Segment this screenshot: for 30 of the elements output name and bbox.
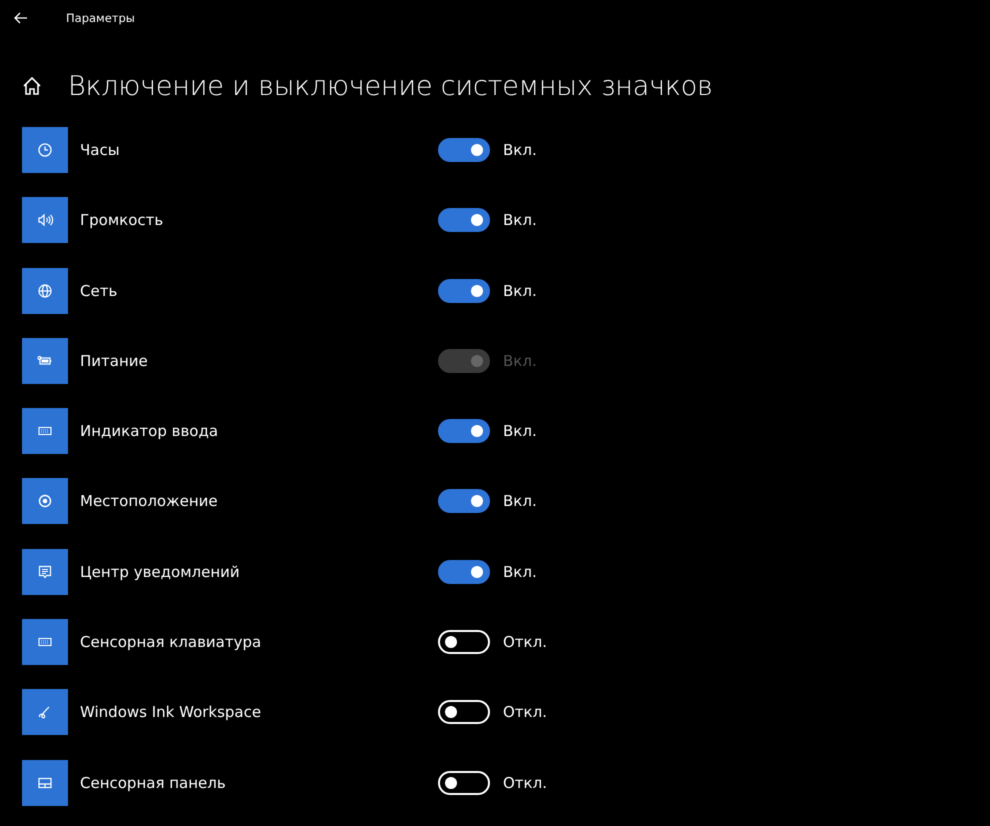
home-icon[interactable] xyxy=(21,75,43,97)
toggle-state-label: Откл. xyxy=(503,633,547,652)
setting-label: Windows Ink Workspace xyxy=(80,703,262,722)
toggle-switch[interactable] xyxy=(438,560,490,584)
toggle-switch[interactable] xyxy=(438,278,490,303)
toggle-state-label: Вкл. xyxy=(503,211,537,230)
toggle-state-label: Вкл. xyxy=(503,282,537,300)
toggle-state-label: Вкл. xyxy=(503,141,537,159)
toggle-switch[interactable] xyxy=(438,489,490,514)
back-button[interactable] xyxy=(13,10,29,26)
setting-label: Сенсорная клавиатура xyxy=(80,633,262,652)
setting-label: Центр уведомлений xyxy=(80,562,241,581)
page-title: Включение и выключение системных значков xyxy=(68,70,713,102)
setting-label: Сеть xyxy=(80,282,118,300)
setting-label: Индикатор ввода xyxy=(80,422,220,440)
setting-label: Часы xyxy=(80,141,121,159)
toggle-state-label: Откл. xyxy=(503,703,547,722)
setting-label: Питание xyxy=(80,352,149,370)
setting-label: Сенсорная панель xyxy=(80,774,227,792)
toggle-state-label: Вкл. xyxy=(503,562,537,581)
toggle-state-label: Вкл. xyxy=(503,352,537,370)
toggle-state-label: Вкл. xyxy=(503,492,537,510)
toggle-state-label: Откл. xyxy=(503,774,547,792)
toggle-switch[interactable] xyxy=(438,208,490,232)
setting-label: Громкость xyxy=(80,211,164,230)
toggle-switch[interactable] xyxy=(438,419,490,444)
toggle-state-label: Вкл. xyxy=(503,422,537,440)
toggle-switch[interactable] xyxy=(438,138,490,162)
window-title: Параметры xyxy=(66,11,135,25)
setting-label: Местоположение xyxy=(80,492,219,510)
